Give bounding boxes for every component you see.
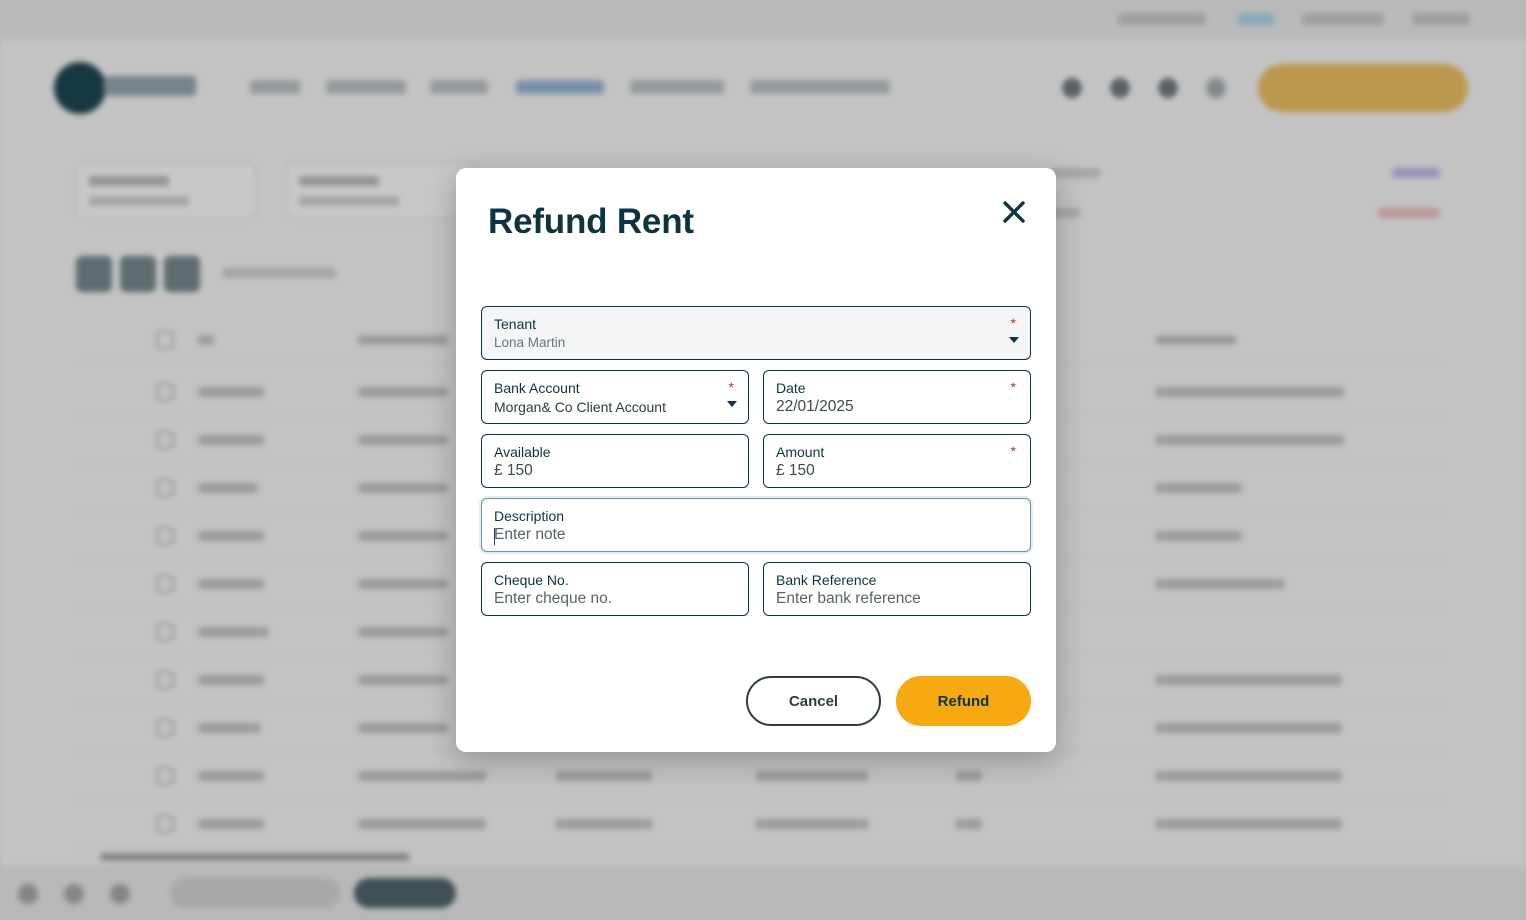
cancel-button[interactable]: Cancel <box>746 676 881 726</box>
description-label: Description <box>494 508 565 524</box>
amount-field[interactable]: Amount £ 150 * <box>763 434 1031 488</box>
available-label: Available <box>494 444 551 460</box>
bank-reference-input[interactable]: Bank Reference Enter bank reference <box>763 562 1031 616</box>
tenant-select[interactable]: Tenant Lona Martin * <box>481 306 1031 360</box>
amount-value: £ 150 <box>776 462 815 479</box>
tenant-label: Tenant <box>494 316 537 332</box>
description-input[interactable]: Description Enter note <box>481 498 1031 552</box>
required-marker: * <box>728 379 734 395</box>
date-label: Date <box>776 380 806 396</box>
close-icon[interactable] <box>998 196 1030 228</box>
refund-rent-dialog: Refund Rent Tenant Lona Martin * Bank Ac… <box>456 168 1056 752</box>
date-value: 22/01/2025 <box>776 398 854 415</box>
required-marker: * <box>1010 379 1016 395</box>
cheque-no-input[interactable]: Cheque No. Enter cheque no. <box>481 562 749 616</box>
bank-account-select[interactable]: Bank Account Morgan& Co Client Account * <box>481 370 749 424</box>
bank-reference-placeholder: Enter bank reference <box>776 590 921 607</box>
dropdown-arrow-icon <box>727 401 737 407</box>
description-placeholder: Enter note <box>494 526 566 543</box>
available-value: £ 150 <box>494 462 533 479</box>
refund-button[interactable]: Refund <box>896 676 1031 726</box>
dialog-title: Refund Rent <box>488 202 694 241</box>
required-marker: * <box>1010 443 1016 459</box>
tenant-value: Lona Martin <box>494 335 566 350</box>
bank-reference-label: Bank Reference <box>776 572 877 588</box>
available-field[interactable]: Available £ 150 <box>481 434 749 488</box>
date-field[interactable]: Date 22/01/2025 * <box>763 370 1031 424</box>
bank-account-value: Morgan& Co Client Account <box>494 399 666 415</box>
amount-label: Amount <box>776 444 825 460</box>
required-marker: * <box>1010 315 1016 331</box>
cheque-no-label: Cheque No. <box>494 572 569 588</box>
bank-account-label: Bank Account <box>494 380 580 396</box>
cheque-no-placeholder: Enter cheque no. <box>494 590 613 607</box>
text-cursor <box>494 528 495 545</box>
dropdown-arrow-icon <box>1009 337 1019 343</box>
